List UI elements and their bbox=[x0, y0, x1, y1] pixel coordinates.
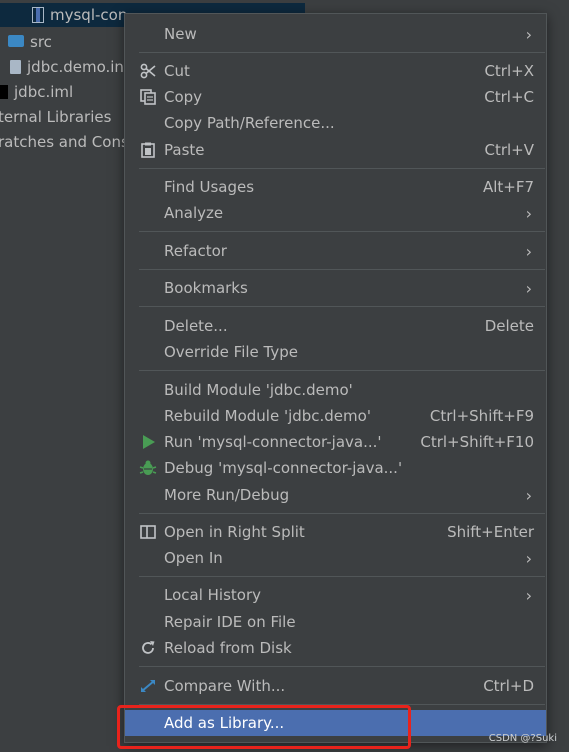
menu-item-shortcut: Alt+F7 bbox=[482, 178, 534, 196]
submenu-arrow-icon: › bbox=[525, 548, 532, 568]
tree-item-mysql-connector[interactable]: mysql-con bbox=[32, 6, 127, 24]
submenu-arrow-icon: › bbox=[525, 241, 532, 261]
menu-item-label: Copy bbox=[164, 88, 203, 106]
menu-item-label: Compare With... bbox=[164, 677, 286, 695]
menu-item-override-file-type[interactable]: Override File Type bbox=[125, 339, 546, 365]
submenu-arrow-icon: › bbox=[525, 585, 532, 605]
menu-item-shortcut: Ctrl+Shift+F9 bbox=[429, 407, 534, 425]
menu-item-label: Refactor bbox=[164, 242, 227, 260]
menu-item-label: Cut bbox=[164, 62, 190, 80]
menu-item-repair-ide[interactable]: Repair IDE on File bbox=[125, 609, 546, 635]
menu-item-bookmarks[interactable]: Bookmarks › bbox=[125, 275, 546, 301]
submenu-arrow-icon: › bbox=[525, 278, 532, 298]
menu-item-cut[interactable]: Cut Ctrl+X bbox=[125, 58, 546, 84]
menu-separator bbox=[139, 269, 545, 270]
menu-item-build-module[interactable]: Build Module 'jdbc.demo' bbox=[125, 377, 546, 403]
menu-item-label: Run 'mysql-connector-java...' bbox=[164, 433, 382, 451]
menu-item-label: Analyze bbox=[164, 204, 224, 222]
menu-item-shortcut: Ctrl+D bbox=[483, 677, 534, 695]
menu-item-run[interactable]: Run 'mysql-connector-java...' Ctrl+Shift… bbox=[125, 429, 546, 455]
menu-item-shortcut: Delete bbox=[484, 317, 534, 335]
menu-item-local-history[interactable]: Local History › bbox=[125, 582, 546, 608]
menu-separator bbox=[139, 168, 545, 169]
menu-item-label: Local History bbox=[164, 586, 262, 604]
compare-arrows-icon bbox=[139, 677, 157, 695]
iml-file-icon bbox=[0, 85, 8, 99]
menu-item-compare-with[interactable]: Compare With... Ctrl+D bbox=[125, 673, 546, 699]
menu-separator bbox=[139, 370, 545, 371]
menu-separator bbox=[139, 52, 545, 53]
menu-item-label: More Run/Debug bbox=[164, 486, 290, 504]
menu-item-shortcut: Ctrl+C bbox=[484, 88, 534, 106]
menu-item-paste[interactable]: Paste Ctrl+V bbox=[125, 137, 546, 163]
run-icon bbox=[139, 433, 157, 451]
menu-separator bbox=[139, 513, 545, 514]
menu-item-shortcut: Shift+Enter bbox=[447, 523, 534, 541]
menu-separator bbox=[139, 231, 545, 232]
clipboard-icon bbox=[139, 141, 157, 159]
jar-icon bbox=[32, 7, 44, 23]
tree-item-jdbc-iml[interactable]: jdbc.iml bbox=[0, 83, 73, 101]
menu-item-delete[interactable]: Delete... Delete bbox=[125, 313, 546, 339]
tree-item-label: mysql-con bbox=[50, 6, 128, 24]
menu-item-label: Open in Right Split bbox=[164, 523, 305, 541]
tree-item-external-libraries[interactable]: ternal Libraries bbox=[0, 108, 111, 126]
menu-item-rebuild-module[interactable]: Rebuild Module 'jdbc.demo' Ctrl+Shift+F9 bbox=[125, 403, 546, 429]
menu-item-label: Rebuild Module 'jdbc.demo' bbox=[164, 407, 371, 425]
bug-icon bbox=[139, 459, 157, 477]
tree-item-label: jdbc.demo.in bbox=[27, 58, 124, 76]
menu-item-shortcut: Ctrl+Shift+F10 bbox=[420, 433, 534, 451]
menu-item-open-in[interactable]: Open In › bbox=[125, 545, 546, 571]
menu-item-label: Open In bbox=[164, 549, 223, 567]
watermark-text: CSDN @?Suki bbox=[488, 733, 557, 744]
menu-item-reload-from-disk[interactable]: Reload from Disk bbox=[125, 635, 546, 661]
context-menu: New › Cut Ctrl+X Copy Ctrl+C Copy Path/R… bbox=[124, 13, 547, 743]
submenu-arrow-icon: › bbox=[525, 485, 532, 505]
menu-item-label: New bbox=[164, 25, 197, 43]
tree-item-label: ratches and Cons bbox=[0, 133, 129, 151]
menu-item-shortcut: Ctrl+V bbox=[484, 141, 534, 159]
file-icon bbox=[10, 60, 21, 74]
menu-separator bbox=[139, 666, 545, 667]
highlight-annotation-box bbox=[117, 705, 411, 749]
menu-item-open-right-split[interactable]: Open in Right Split Shift+Enter bbox=[125, 519, 546, 545]
menu-item-shortcut: Ctrl+X bbox=[484, 62, 534, 80]
menu-item-find-usages[interactable]: Find Usages Alt+F7 bbox=[125, 174, 546, 200]
menu-item-label: Debug 'mysql-connector-java...' bbox=[164, 459, 403, 477]
tree-item-scratches[interactable]: ratches and Cons bbox=[0, 133, 129, 151]
menu-item-label: Delete... bbox=[164, 317, 228, 335]
tree-item-jdbc-demo[interactable]: jdbc.demo.in bbox=[10, 58, 124, 76]
menu-item-label: Copy Path/Reference... bbox=[164, 114, 335, 132]
menu-item-copy-path[interactable]: Copy Path/Reference... bbox=[125, 110, 546, 136]
menu-item-label: Override File Type bbox=[164, 343, 298, 361]
menu-item-label: Build Module 'jdbc.demo' bbox=[164, 381, 353, 399]
menu-item-more-run-debug[interactable]: More Run/Debug › bbox=[125, 482, 546, 508]
menu-item-refactor[interactable]: Refactor › bbox=[125, 238, 546, 264]
tree-item-label: ternal Libraries bbox=[0, 108, 112, 126]
scissors-icon bbox=[139, 62, 157, 80]
tree-item-label: src bbox=[30, 33, 52, 51]
submenu-arrow-icon: › bbox=[525, 24, 532, 44]
menu-item-label: Bookmarks bbox=[164, 279, 248, 297]
menu-item-label: Find Usages bbox=[164, 178, 255, 196]
copy-icon bbox=[139, 88, 157, 106]
submenu-arrow-icon: › bbox=[525, 203, 532, 223]
split-view-icon bbox=[139, 523, 157, 541]
menu-item-debug[interactable]: Debug 'mysql-connector-java...' bbox=[125, 455, 546, 481]
reload-icon bbox=[139, 639, 157, 657]
menu-item-label: Paste bbox=[164, 141, 205, 159]
tree-item-src[interactable]: src bbox=[8, 33, 52, 51]
tree-item-label: jdbc.iml bbox=[14, 83, 74, 101]
menu-separator bbox=[139, 306, 545, 307]
menu-item-label: Reload from Disk bbox=[164, 639, 292, 657]
folder-icon bbox=[8, 35, 24, 47]
menu-item-label: Repair IDE on File bbox=[164, 613, 296, 631]
menu-separator bbox=[139, 576, 545, 577]
menu-item-new[interactable]: New › bbox=[125, 21, 546, 47]
menu-item-copy[interactable]: Copy Ctrl+C bbox=[125, 84, 546, 110]
menu-item-analyze[interactable]: Analyze › bbox=[125, 200, 546, 226]
